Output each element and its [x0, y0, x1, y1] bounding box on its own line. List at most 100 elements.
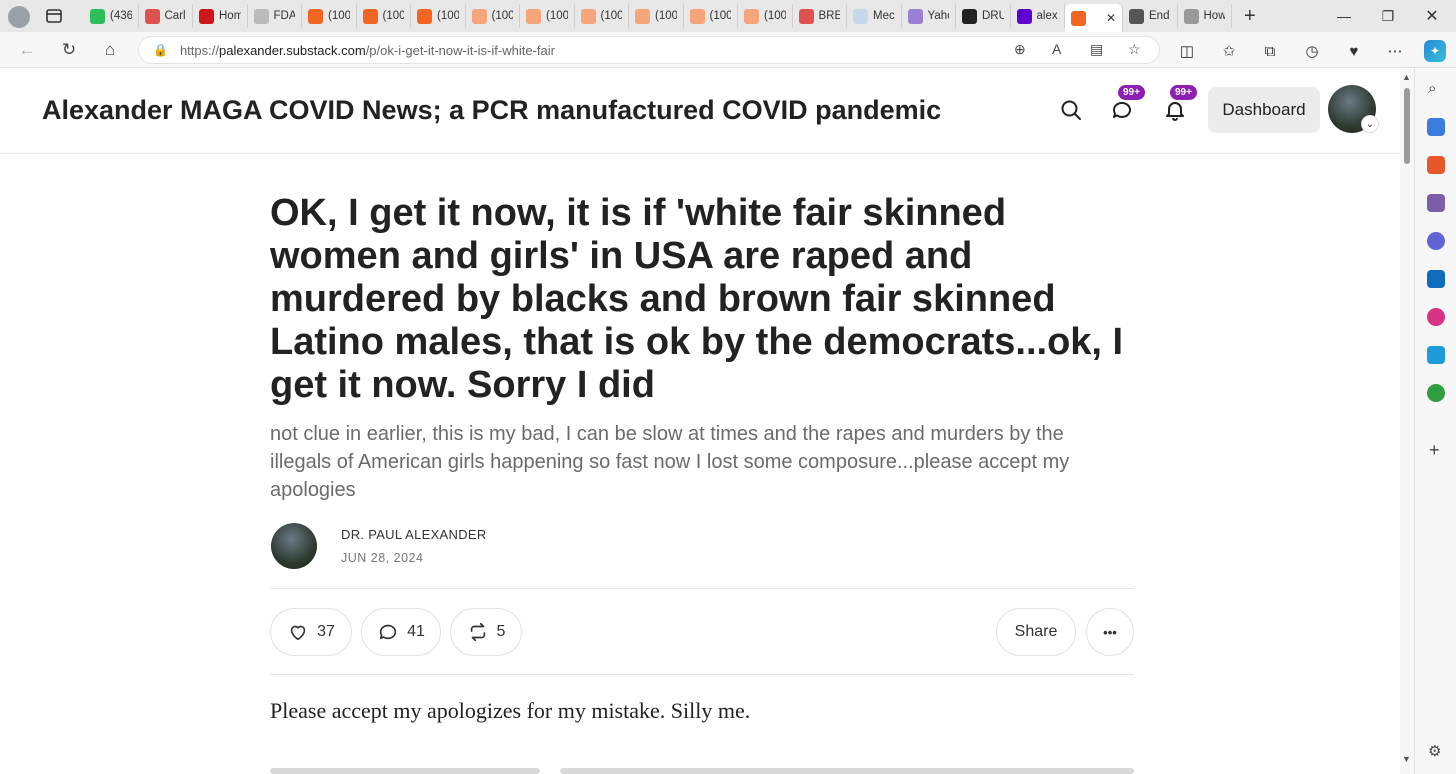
close-window-icon[interactable]: ✕: [1410, 0, 1454, 32]
post-date: JUN 28, 2024: [341, 551, 424, 565]
chevron-down-icon[interactable]: ⌄: [1361, 115, 1379, 133]
favorites-icon[interactable]: ✩: [1218, 40, 1240, 62]
browser-tab[interactable]: Yahc: [902, 4, 956, 28]
tab-label: Yahc: [927, 10, 950, 22]
site-title[interactable]: Alexander MAGA COVID News; a PCR manufac…: [42, 95, 941, 126]
more-icon: •••: [1103, 624, 1117, 640]
add-icon[interactable]: +: [1429, 440, 1440, 461]
browser-tab[interactable]: ✕: [1065, 4, 1123, 32]
sidebar-settings-icon[interactable]: ⚙: [1428, 742, 1441, 760]
browser-tab[interactable]: (100: [357, 4, 411, 28]
tab-label: (436: [110, 10, 132, 22]
tab-favicon-icon: [580, 8, 596, 24]
browser-tab[interactable]: (100: [629, 4, 684, 28]
tree-icon[interactable]: [1427, 384, 1445, 402]
tab-favicon-icon: [362, 8, 378, 24]
tab-label: DRU: [982, 10, 1004, 22]
heart-icon: [290, 625, 306, 641]
tab-favicon-icon: [471, 8, 487, 24]
browser-essentials-icon[interactable]: ♥: [1343, 40, 1365, 62]
comment-button[interactable]: 41: [361, 608, 441, 656]
games-icon[interactable]: [1427, 194, 1445, 212]
dashboard-button[interactable]: Dashboard: [1208, 87, 1320, 133]
outlook-icon[interactable]: [1427, 270, 1445, 288]
browser-tab[interactable]: End: [1123, 4, 1178, 28]
more-options-button[interactable]: •••: [1086, 608, 1134, 656]
browser-tab[interactable]: (436: [84, 4, 139, 28]
copilot-sidebar-icon[interactable]: [1427, 232, 1445, 250]
browser-tab[interactable]: (100: [466, 4, 520, 28]
tab-favicon-icon: [1071, 10, 1086, 26]
shopping-icon[interactable]: [1427, 118, 1445, 136]
address-bar: ← ↻ ⌂ 🔒 https://palexander.substack.com /…: [0, 32, 1456, 68]
tab-label: (100: [600, 10, 623, 22]
scroll-down-icon[interactable]: ▼: [1402, 754, 1411, 764]
browser-tab[interactable]: Mec: [847, 4, 902, 28]
browser-tab[interactable]: (100: [411, 4, 466, 28]
browser-tab[interactable]: Carly: [139, 4, 193, 28]
url-field[interactable]: 🔒 https://palexander.substack.com/p/ok-i…: [138, 36, 1160, 64]
collections-icon[interactable]: ⧉: [1259, 40, 1281, 62]
minimize-icon[interactable]: —: [1322, 0, 1366, 32]
zoom-icon[interactable]: ⊕: [1014, 41, 1026, 58]
profile-icon[interactable]: [8, 6, 30, 28]
browser-tab[interactable]: DRU: [956, 4, 1011, 28]
browser-tab[interactable]: BRE/: [793, 4, 847, 28]
tab-favicon-icon: [1016, 8, 1032, 24]
new-tab-icon[interactable]: +: [1232, 5, 1268, 28]
browser-tab[interactable]: (100: [684, 4, 738, 28]
restack-button[interactable]: 5: [450, 608, 522, 656]
tab-label: (100: [328, 10, 350, 22]
designer-icon[interactable]: [1427, 308, 1445, 326]
restack-count: 5: [496, 623, 506, 640]
immersive-reader-icon[interactable]: ▤: [1090, 41, 1103, 58]
tab-favicon-icon: [962, 8, 977, 24]
tab-label: Carly: [164, 10, 187, 22]
tab-favicon-icon: [417, 8, 432, 24]
sidebar-search-icon[interactable]: ⌕: [1428, 80, 1436, 97]
browser-tab[interactable]: alex: [1011, 4, 1065, 28]
scroll-thumb[interactable]: [1404, 88, 1410, 164]
copilot-icon[interactable]: ✦: [1424, 40, 1446, 62]
browser-tab[interactable]: Hom: [193, 4, 248, 28]
settings-more-icon[interactable]: ⋯: [1384, 40, 1406, 62]
home-icon[interactable]: ⌂: [97, 38, 123, 62]
chat-icon[interactable]: [1110, 98, 1134, 122]
tab-favicon-icon: [144, 8, 160, 24]
tab-label: FDA: [273, 10, 296, 22]
tab-actions-icon[interactable]: [44, 6, 66, 26]
author-avatar[interactable]: [271, 523, 317, 569]
tools-icon[interactable]: [1427, 156, 1445, 174]
tab-label: Hom: [219, 10, 241, 22]
send-icon[interactable]: [1427, 346, 1445, 364]
scroll-up-icon[interactable]: ▲: [1402, 72, 1411, 82]
restore-icon[interactable]: ❐: [1366, 0, 1410, 32]
history-icon[interactable]: ◷: [1301, 40, 1323, 62]
browser-tab[interactable]: (100: [520, 4, 575, 28]
back-icon[interactable]: ←: [14, 38, 40, 62]
browser-tab[interactable]: (100: [575, 4, 629, 28]
share-button[interactable]: Share: [996, 608, 1076, 656]
share-label: Share: [1014, 623, 1058, 640]
like-button[interactable]: 37: [270, 608, 352, 656]
refresh-icon[interactable]: ↻: [56, 38, 82, 62]
split-screen-icon[interactable]: ◫: [1176, 40, 1198, 62]
close-tab-icon[interactable]: ✕: [1106, 11, 1116, 25]
bell-icon[interactable]: [1163, 98, 1187, 122]
content-placeholder: [560, 768, 1134, 774]
search-icon[interactable]: [1059, 98, 1083, 122]
read-aloud-icon[interactable]: A: [1052, 41, 1061, 57]
browser-tab[interactable]: (100: [302, 4, 357, 28]
favorite-star-icon[interactable]: ☆: [1128, 41, 1141, 58]
author-name[interactable]: DR. PAUL ALEXANDER: [341, 527, 487, 542]
tab-favicon-icon: [253, 8, 269, 24]
content-placeholder: [270, 768, 540, 774]
browser-tab[interactable]: FDA: [248, 4, 302, 28]
url-path: /p/ok-i-get-it-now-it-is-if-white-fair: [365, 42, 555, 58]
browser-tab[interactable]: (100: [738, 4, 793, 28]
like-count: 37: [317, 623, 335, 640]
browser-tab[interactable]: How: [1178, 4, 1232, 28]
divider: [270, 674, 1134, 675]
tab-strip: (436 Carly Hom FDA (100 (100 (100 (100 (100 (100 (…: [0, 0, 1456, 32]
page-scrollbar[interactable]: ▲ ▼: [1400, 68, 1414, 774]
